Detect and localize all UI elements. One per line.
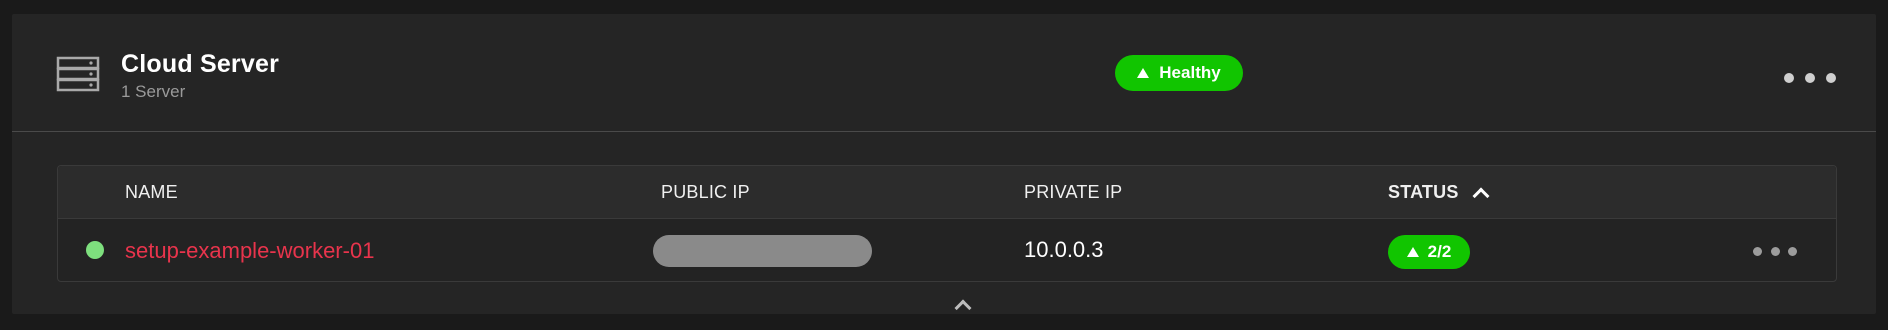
health-status-badge: Healthy (1115, 55, 1243, 91)
more-dot-icon (1826, 73, 1836, 83)
sort-ascending-icon (1472, 187, 1490, 204)
row-status-label: 2/2 (1427, 242, 1452, 261)
card-title: Cloud Server (121, 50, 280, 78)
server-table: NAME PUBLIC IP PRIVATE IP STATUS setup-e… (57, 165, 1837, 282)
server-stack-icon (56, 56, 100, 92)
row-status-badge: 2/2 (1388, 235, 1470, 269)
collapse-button[interactable] (950, 296, 976, 317)
health-status-label: Healthy (1159, 63, 1221, 82)
column-header-status[interactable]: STATUS (1388, 182, 1490, 204)
more-dot-icon (1770, 246, 1780, 256)
more-dot-icon (1784, 73, 1794, 83)
more-dot-icon (1805, 73, 1815, 83)
table-row[interactable]: setup-example-worker-01 10.0.0.3 2/2 (58, 219, 1836, 281)
card-subtitle: 1 Server (121, 82, 186, 101)
triangle-up-icon (1406, 247, 1419, 257)
more-dot-icon (1788, 246, 1797, 256)
public-ip-redacted (653, 235, 872, 267)
server-group-card: Cloud Server 1 Server Healthy NAME PUBLI… (12, 14, 1876, 317)
online-indicator-icon (86, 241, 104, 259)
table-header: NAME PUBLIC IP PRIVATE IP STATUS (58, 166, 1836, 219)
column-header-private-ip[interactable]: PRIVATE IP (1024, 182, 1122, 203)
more-dot-icon (1753, 246, 1762, 256)
column-header-status-label: STATUS (1388, 182, 1459, 202)
column-header-name[interactable]: NAME (125, 182, 178, 203)
chevron-up-icon (954, 299, 972, 317)
card-more-options-button[interactable] (1784, 70, 1836, 86)
private-ip-value: 10.0.0.3 (1024, 237, 1104, 262)
row-more-options-button[interactable] (1753, 246, 1797, 256)
card-header: Cloud Server 1 Server Healthy (12, 14, 1876, 132)
server-name-link[interactable]: setup-example-worker-01 (125, 238, 374, 264)
triangle-up-icon (1137, 68, 1150, 78)
column-header-public-ip[interactable]: PUBLIC IP (661, 182, 750, 203)
